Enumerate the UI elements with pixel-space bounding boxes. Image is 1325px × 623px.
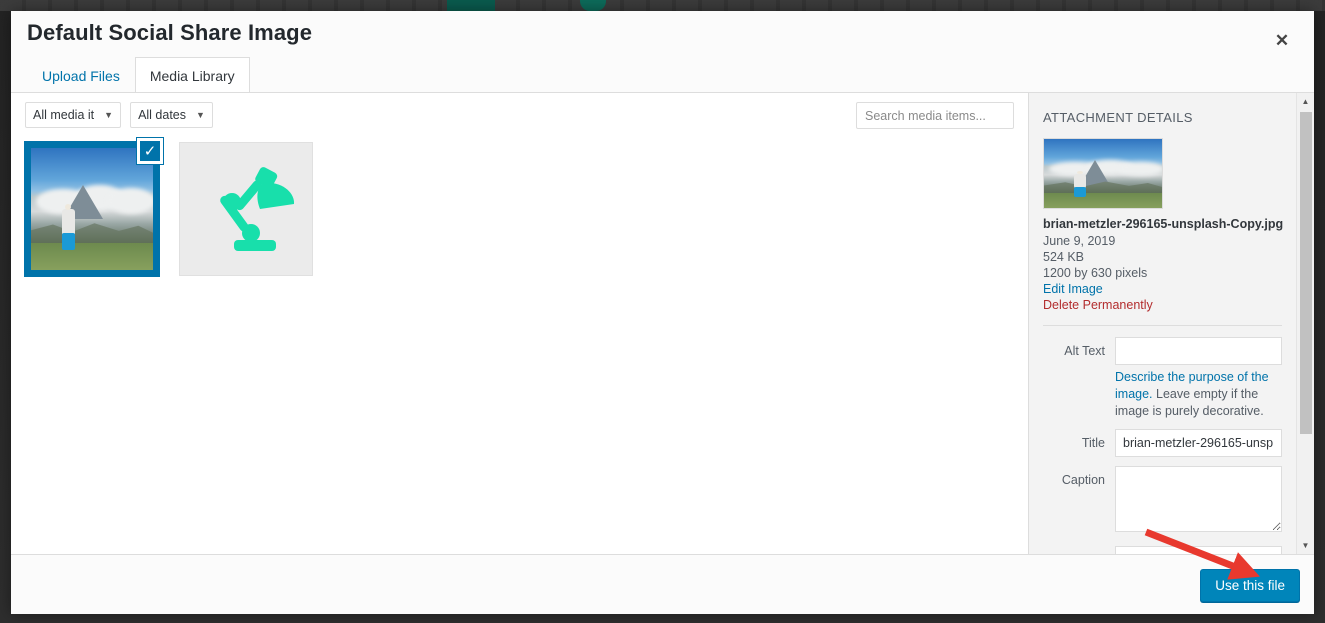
attachment-filesize: 524 KB xyxy=(1043,250,1085,264)
sidebar-divider xyxy=(1043,325,1282,326)
alt-text-field[interactable] xyxy=(1115,337,1282,365)
media-item-desk-lamp-icon[interactable] xyxy=(179,142,313,276)
media-type-filter-label: All media it xyxy=(33,108,95,122)
page-title: Default Social Share Image xyxy=(27,20,313,45)
desk-lamp-icon xyxy=(180,143,312,275)
use-this-file-button[interactable]: Use this file xyxy=(1200,569,1300,602)
alt-text-label: Alt Text xyxy=(1064,344,1105,358)
attachment-dimensions: 1200 by 630 pixels xyxy=(1043,266,1148,280)
backdrop-accent-block xyxy=(447,0,495,11)
mountain-runner-photo xyxy=(1044,139,1162,208)
caption-label: Caption xyxy=(1061,473,1105,487)
date-filter[interactable]: All dates ▼ xyxy=(130,102,213,128)
modal-tabs: Upload Files Media Library xyxy=(27,56,250,94)
media-item-mountain-runner-photo[interactable]: ✓ xyxy=(24,138,163,277)
backdrop-texture xyxy=(0,0,1325,11)
mountain-runner-photo xyxy=(31,148,153,270)
media-content: All media it ▼ All dates ▼ Search media … xyxy=(11,93,1029,554)
scrollbar-thumb[interactable] xyxy=(1300,112,1312,434)
sidebar-scrollbar[interactable]: ▲ ▼ xyxy=(1296,93,1314,554)
triangle-down-icon[interactable]: ▼ xyxy=(1297,537,1314,554)
modal-footer: Use this file xyxy=(11,554,1314,614)
alt-text-row: Alt Text Describe the purpose of the ima… xyxy=(1043,337,1282,420)
attachment-details-panel: ATTACHMENT DETAILS brian-metzler-296165-… xyxy=(1029,93,1314,554)
thumbnail-frame xyxy=(179,142,313,276)
title-label: Title xyxy=(1081,436,1105,450)
check-icon[interactable]: ✓ xyxy=(137,138,163,164)
modal-header: Default Social Share Image ✕ Upload File… xyxy=(11,11,1314,94)
attachment-filename: brian-metzler-296165-unsplash-Copy.jpg xyxy=(1043,217,1284,231)
triangle-up-icon[interactable]: ▲ xyxy=(1297,93,1314,110)
next-field-partial[interactable] xyxy=(1115,546,1282,554)
attachment-details-heading: ATTACHMENT DETAILS xyxy=(1043,110,1193,125)
modal-body: All media it ▼ All dates ▼ Search media … xyxy=(11,92,1314,554)
search-input[interactable] xyxy=(856,102,1014,129)
title-control xyxy=(1115,429,1282,457)
tab-upload-files[interactable]: Upload Files xyxy=(27,57,135,93)
date-filter-label: All dates xyxy=(138,108,187,122)
attachment-preview-thumbnail xyxy=(1043,138,1163,209)
alt-text-help: Describe the purpose of the image. Leave… xyxy=(1115,369,1282,420)
edit-image-link[interactable]: Edit Image xyxy=(1043,282,1282,296)
attachment-date: June 9, 2019 xyxy=(1043,234,1116,248)
caption-field[interactable] xyxy=(1115,466,1282,532)
close-icon[interactable]: ✕ xyxy=(1264,23,1300,59)
next-field-row-partial xyxy=(1043,546,1282,554)
media-type-filter[interactable]: All media it ▼ xyxy=(25,102,122,128)
media-modal: Default Social Share Image ✕ Upload File… xyxy=(11,11,1314,614)
alt-text-control: Describe the purpose of the image. Leave… xyxy=(1115,337,1282,420)
caption-control xyxy=(1115,466,1282,537)
media-grid: ✓ xyxy=(11,137,1028,290)
media-toolbar: All media it ▼ All dates ▼ xyxy=(11,93,1028,137)
title-field[interactable] xyxy=(1115,429,1282,457)
title-row: Title xyxy=(1043,429,1282,457)
attachment-details-scrollarea: ATTACHMENT DETAILS brian-metzler-296165-… xyxy=(1029,93,1296,554)
chevron-down-icon: ▼ xyxy=(104,110,114,120)
chevron-down-icon: ▼ xyxy=(196,110,205,120)
delete-permanently-link[interactable]: Delete Permanently xyxy=(1043,298,1282,312)
tab-media-library[interactable]: Media Library xyxy=(134,56,250,94)
caption-row: Caption xyxy=(1043,466,1282,537)
